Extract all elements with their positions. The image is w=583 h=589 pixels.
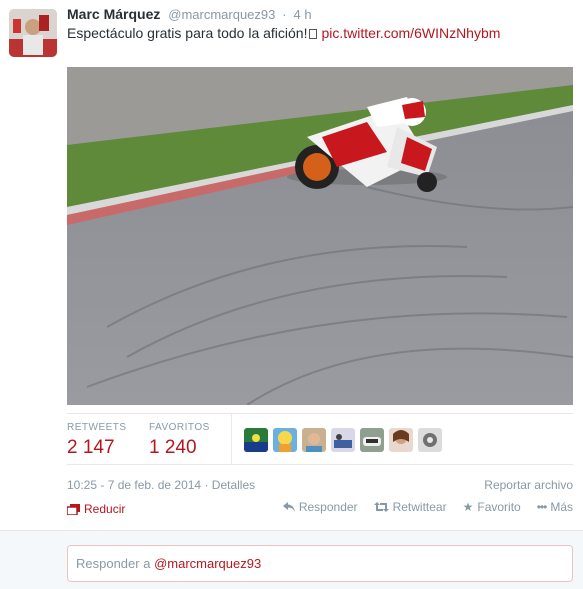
tweet-card: Marc Márquez @marcmarquez93 · 4 h Espect… [0,0,583,530]
meta-separator: · [204,478,209,492]
tweet-text: Espectáculo gratis para todo la afición!… [67,25,500,41]
more-button[interactable]: ••• Más [537,500,573,514]
tweet-time[interactable]: 4 h [294,7,312,22]
favoriter-avatar[interactable] [389,428,413,452]
stats-divider [231,414,232,464]
favoriter-avatar[interactable] [244,428,268,452]
favorite-button[interactable]: ★ Favorito [463,500,521,514]
favoriter-avatar[interactable] [302,428,326,452]
author-name[interactable]: Marc Márquez [67,6,160,22]
reply-mention: @marcmarquez93 [154,556,262,571]
retweet-label: Retwittear [392,500,447,514]
retweet-icon [373,502,389,512]
favoriter-avatar[interactable] [273,428,297,452]
collapse-button[interactable]: Reducir [67,502,125,516]
tweet-media-link[interactable]: pic.twitter.com/6WINzNhybm [321,25,500,41]
reply-button[interactable]: Responder [282,500,358,514]
favoriter-avatar[interactable] [331,428,355,452]
favorite-label: Favorito [477,500,521,514]
reply-icon [282,502,295,512]
tweet-meta: 10:25 - 7 de feb. de 2014 · Detalles [67,478,255,492]
avatar[interactable] [9,9,57,57]
favorites-count: 1 240 [149,437,197,458]
tweet-timestamp[interactable]: 10:25 - 7 de feb. de 2014 [67,478,201,492]
favorites-label: FAVORITOS [149,422,210,433]
separator-dot: · [282,7,287,22]
retweets-stat[interactable]: RETWEETS 2 147 [67,422,127,459]
missing-glyph-icon [309,29,318,39]
tweet-text-body: Espectáculo gratis para todo la afición! [67,25,308,41]
tweet-stats: RETWEETS 2 147 FAVORITOS 1 240 [67,413,573,465]
report-link[interactable]: Reportar archivo [484,478,573,492]
favorites-stat[interactable]: FAVORITOS 1 240 [149,422,210,459]
favoriter-avatar[interactable] [360,428,384,452]
author-username[interactable]: @marcmarquez93 [168,7,275,22]
retweet-button[interactable]: Retwittear [373,500,447,514]
tweet-actions: Responder Retwittear ★ Favorito ••• Más [282,500,573,514]
details-link[interactable]: Detalles [212,478,255,492]
collapse-label: Reducir [84,502,126,516]
retweets-count: 2 147 [67,437,115,458]
retweets-label: RETWEETS [67,422,127,433]
star-icon: ★ [462,500,474,514]
more-label: Más [550,500,573,514]
reply-prefix: Responder a [76,556,151,571]
reply-area: Responder a @marcmarquez93 [0,530,583,589]
favoriter-avatar[interactable] [418,428,442,452]
reply-label: Responder [298,500,358,514]
tweet-photo[interactable] [67,67,573,405]
more-icon: ••• [536,500,548,514]
reply-input[interactable]: Responder a @marcmarquez93 [67,545,573,582]
tweet-header: Marc Márquez @marcmarquez93 · 4 h [67,6,312,22]
collapse-icon [67,503,80,515]
favoriter-avatars [244,428,442,452]
